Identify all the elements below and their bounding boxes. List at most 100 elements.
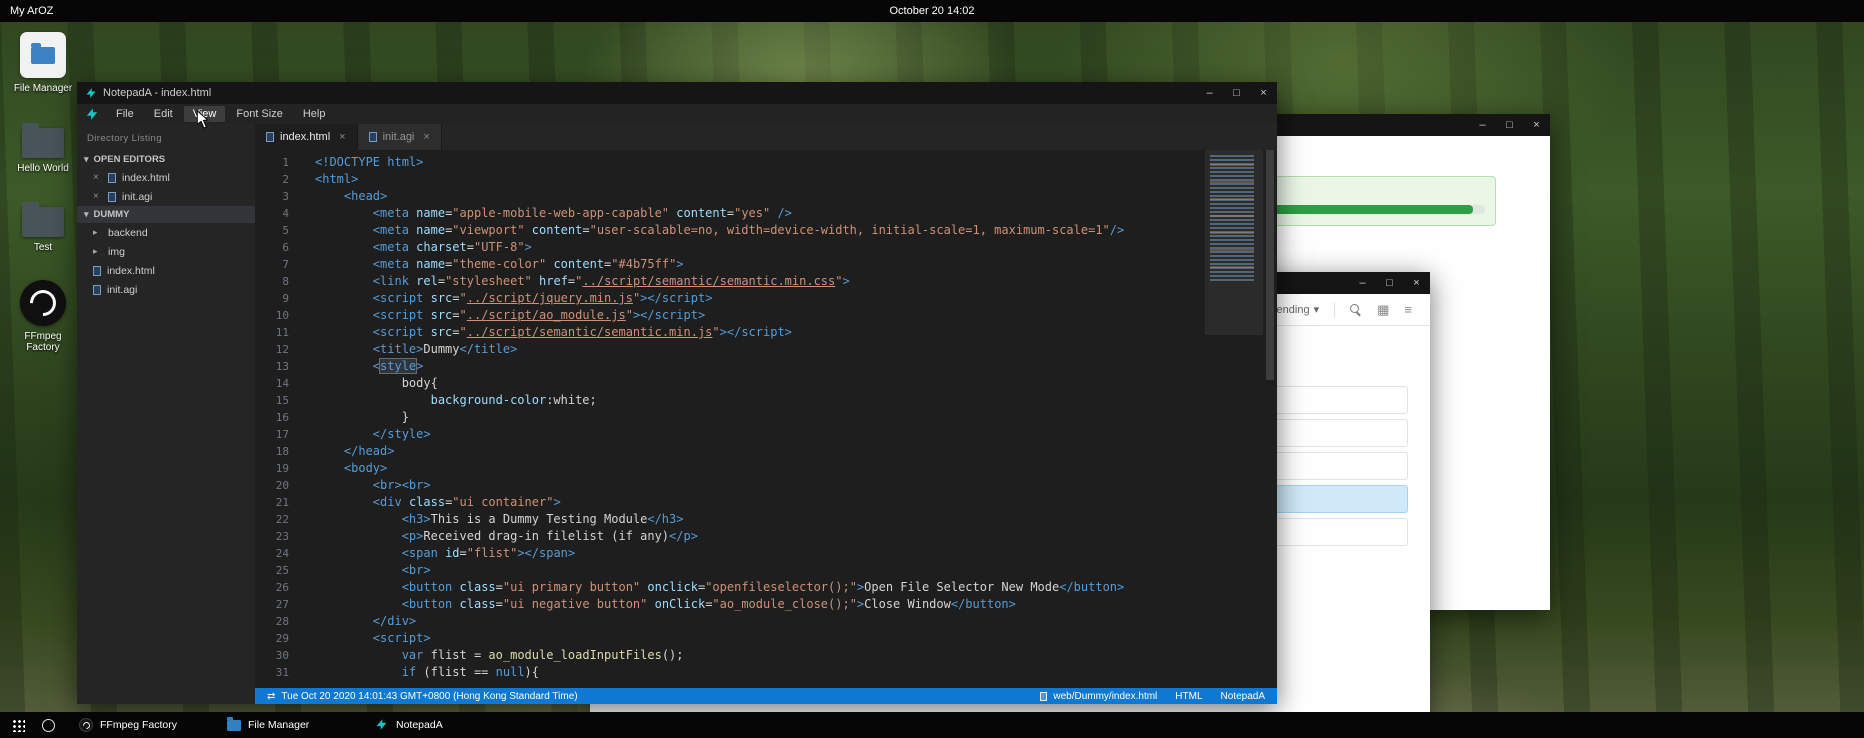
- taskbar: FFmpeg Factory File Manager NotepadA: [0, 712, 1864, 738]
- tree-item-index.html[interactable]: index.html: [77, 261, 255, 280]
- taskbar-app-ffmpeg-factory[interactable]: FFmpeg Factory: [71, 712, 219, 738]
- code-line-19[interactable]: <body>: [315, 460, 1277, 477]
- code-line-5[interactable]: <meta name="viewport" content="user-scal…: [315, 222, 1277, 239]
- tree-item-img[interactable]: ▸img: [77, 242, 255, 261]
- minimap[interactable]: [1205, 150, 1263, 688]
- code-line-3[interactable]: <head>: [315, 188, 1277, 205]
- code-line-6[interactable]: <meta charset="UTF-8">: [315, 239, 1277, 256]
- code-line-31[interactable]: if (flist == null){: [315, 664, 1277, 681]
- desktop-icon-ffmpeg-factory[interactable]: FFmpeg Factory: [6, 280, 80, 354]
- code-line-8[interactable]: <link rel="stylesheet" href="../script/s…: [315, 273, 1277, 290]
- code-line-4[interactable]: <meta name="apple-mobile-web-app-capable…: [315, 205, 1277, 222]
- top-menubar: My ArOZ October 20 14:02: [0, 0, 1864, 22]
- code-line-16[interactable]: }: [315, 409, 1277, 426]
- dummy-folder-section[interactable]: ▾ DUMMY: [77, 206, 255, 223]
- code-line-30[interactable]: var flist = ao_module_loadInputFiles();: [315, 647, 1277, 664]
- status-bar: ⇄ Tue Oct 20 2020 14:01:43 GMT+0800 (Hon…: [255, 688, 1277, 704]
- code-line-29[interactable]: <script>: [315, 630, 1277, 647]
- file-icon: [1040, 692, 1047, 701]
- tree-item-backend[interactable]: ▸backend: [77, 223, 255, 242]
- grid-view-icon[interactable]: ▦: [1377, 303, 1389, 316]
- line-number: 27: [255, 596, 289, 613]
- notepada-titlebar[interactable]: NotepadA - index.html – □ ×: [77, 82, 1277, 104]
- code-line-27[interactable]: <button class="ui negative button" onCli…: [315, 596, 1277, 613]
- desktop-icon-file-manager[interactable]: File Manager: [6, 32, 80, 95]
- code-line-13[interactable]: <style>: [315, 358, 1277, 375]
- code-line-21[interactable]: <div class="ui container">: [315, 494, 1277, 511]
- menu-edit[interactable]: Edit: [145, 106, 182, 122]
- statusbar-app: NotepadA: [1221, 691, 1265, 702]
- notepada-icon: [375, 718, 389, 732]
- tree-item-init.agi[interactable]: init.agi: [77, 280, 255, 299]
- menu-file[interactable]: File: [107, 106, 143, 122]
- scrollbar-thumb[interactable]: [1266, 150, 1274, 380]
- code-line-24[interactable]: <span id="flist"></span>: [315, 545, 1277, 562]
- window-controls: – □ ×: [1469, 114, 1550, 136]
- code-line-28[interactable]: </div>: [315, 613, 1277, 630]
- window-controls: – □ ×: [1196, 82, 1277, 104]
- minimize-button[interactable]: –: [1196, 82, 1223, 104]
- taskbar-app-label: File Manager: [248, 719, 309, 731]
- close-editor-icon[interactable]: ×: [93, 172, 102, 183]
- tab-close-icon[interactable]: ×: [339, 131, 345, 143]
- code-line-11[interactable]: <script src="../script/semantic/semantic…: [315, 324, 1277, 341]
- close-button[interactable]: ×: [1403, 272, 1430, 294]
- close-button[interactable]: ×: [1523, 114, 1550, 136]
- maximize-button[interactable]: □: [1223, 82, 1250, 104]
- desktop-icon-hello-world[interactable]: Hello World: [6, 121, 80, 175]
- scrollbar[interactable]: [1263, 150, 1277, 688]
- file-icon: [266, 132, 274, 142]
- code-line-18[interactable]: </head>: [315, 443, 1277, 460]
- code-line-12[interactable]: <title>Dummy</title>: [315, 341, 1277, 358]
- code-line-17[interactable]: </style>: [315, 426, 1277, 443]
- code-line-1[interactable]: <!DOCTYPE html>: [315, 154, 1277, 171]
- tab-index.html[interactable]: index.html×: [255, 124, 358, 150]
- desktop-icon-test[interactable]: Test: [6, 200, 80, 254]
- line-number: 1: [255, 154, 289, 171]
- sidebar-title: Directory Listing: [77, 124, 255, 151]
- taskbar-app-notepada[interactable]: NotepadA: [367, 712, 515, 738]
- code-line-7[interactable]: <meta name="theme-color" content="#4b75f…: [315, 256, 1277, 273]
- code-line-2[interactable]: <html>: [315, 171, 1277, 188]
- close-button[interactable]: ×: [1250, 82, 1277, 104]
- taskbar-app-file-manager[interactable]: File Manager: [219, 712, 367, 738]
- maximize-button[interactable]: □: [1376, 272, 1403, 294]
- show-desktop-icon[interactable]: [42, 719, 55, 732]
- minimize-button[interactable]: –: [1469, 114, 1496, 136]
- toolbar-divider: [1334, 303, 1335, 317]
- line-number: 7: [255, 256, 289, 273]
- editor[interactable]: 1234567891011121314151617181920212223242…: [255, 150, 1277, 688]
- code-line-14[interactable]: body{: [315, 375, 1277, 392]
- code-line-26[interactable]: <button class="ui primary button" onclic…: [315, 579, 1277, 596]
- tab-close-icon[interactable]: ×: [423, 131, 429, 143]
- line-number: 4: [255, 205, 289, 222]
- start-button[interactable]: [0, 718, 36, 732]
- list-view-icon[interactable]: ≡: [1404, 303, 1412, 316]
- menu-help[interactable]: Help: [294, 106, 335, 122]
- minimap-slider[interactable]: [1205, 150, 1263, 335]
- code-line-22[interactable]: <h3>This is a Dummy Testing Module</h3>: [315, 511, 1277, 528]
- section-label: DUMMY: [94, 209, 130, 220]
- file-manager-tile-icon: [20, 32, 66, 78]
- aroz-menu[interactable]: My ArOZ: [0, 5, 53, 17]
- tab-init.agi[interactable]: init.agi×: [358, 124, 442, 150]
- code-line-15[interactable]: background-color:white;: [315, 392, 1277, 409]
- maximize-button[interactable]: □: [1496, 114, 1523, 136]
- code-line-9[interactable]: <script src="../script/jquery.min.js"></…: [315, 290, 1277, 307]
- open-editor-init.agi[interactable]: ×init.agi: [77, 187, 255, 206]
- open-editor-index.html[interactable]: ×index.html: [77, 168, 255, 187]
- minimize-button[interactable]: –: [1349, 272, 1376, 294]
- code-line-23[interactable]: <p>Received drag-in filelist (if any)</p…: [315, 528, 1277, 545]
- close-editor-icon[interactable]: ×: [93, 191, 102, 202]
- desktop-icon-label: Test: [34, 242, 52, 254]
- line-number: 17: [255, 426, 289, 443]
- code-line-25[interactable]: <br>: [315, 562, 1277, 579]
- open-editors-section[interactable]: ▾ OPEN EDITORS: [77, 151, 255, 168]
- code-line-10[interactable]: <script src="../script/ao_module.js"></s…: [315, 307, 1277, 324]
- code-line-20[interactable]: <br><br>: [315, 477, 1277, 494]
- chevron-down-icon: ▾: [84, 209, 89, 220]
- search-icon[interactable]: [1350, 304, 1362, 316]
- menu-font-size[interactable]: Font Size: [227, 106, 291, 122]
- notepada-window: NotepadA - index.html – □ × FileEditView…: [77, 82, 1277, 704]
- statusbar-filepath: web/Dummy/index.html: [1053, 691, 1157, 702]
